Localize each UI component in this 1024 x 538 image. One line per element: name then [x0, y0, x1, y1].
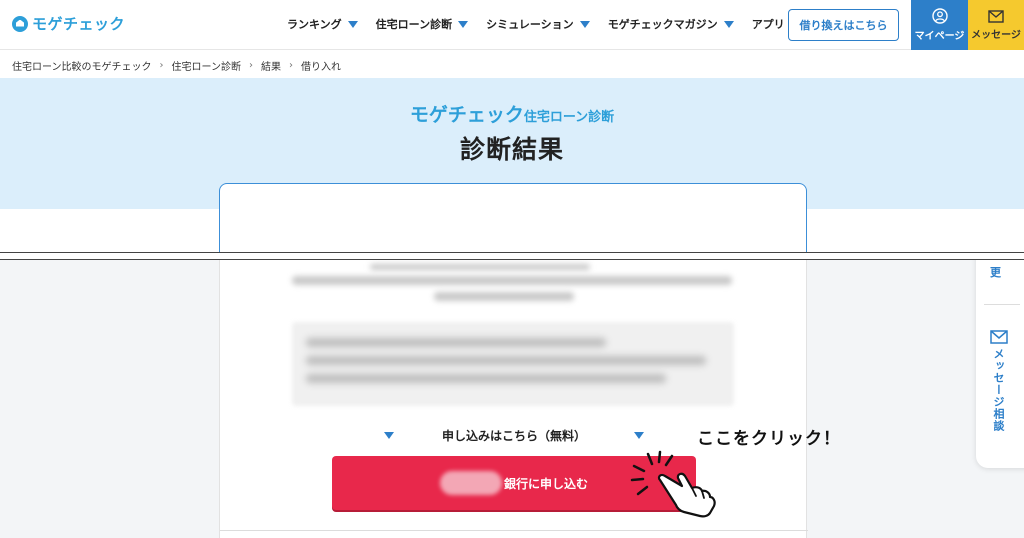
breadcrumb-item-diagnosis[interactable]: 住宅ローン診断 — [172, 58, 242, 73]
breadcrumb-item-home[interactable]: 住宅ローン比較のモゲチェック — [12, 58, 152, 73]
page-title: 診断結果 — [459, 135, 564, 164]
result-card — [219, 183, 807, 252]
refinance-button[interactable]: 借り換えはこちら — [788, 9, 899, 41]
nav-item-diagnosis[interactable]: 住宅ローン診断 — [375, 16, 469, 32]
side-message-label[interactable]: メッセージ相談 — [992, 348, 1006, 432]
mypage-label: マイページ — [914, 31, 965, 42]
hero-brand-sub: 住宅ローン診断 — [523, 110, 615, 125]
site-header: モゲチェック ランキング 住宅ローン診断 シミュレーション モゲチェックマガジン… — [0, 0, 1024, 50]
nav-item-simulation[interactable]: シミュレーション — [486, 16, 590, 32]
chevron-down-icon — [458, 20, 469, 28]
main-nav: ランキング 住宅ローン診断 シミュレーション モゲチェックマガジン アプリ — [287, 16, 801, 32]
nav-item-label: モゲチェックマガジン — [607, 18, 718, 31]
site-logo[interactable]: モゲチェック — [12, 13, 125, 34]
redacted-text — [434, 292, 574, 301]
breadcrumb-item-result[interactable]: 結果 — [261, 58, 281, 73]
side-change-label[interactable]: 更 — [990, 264, 1001, 280]
click-here-annotation: ここをクリック！ — [697, 429, 841, 449]
redacted-text — [306, 356, 706, 365]
bottom-screenshot: 申し込みはこちら（無料） 銀行に申し込む ここをクリック！ 更 メッセージ相談 — [0, 260, 1024, 538]
nav-item-label: アプリ — [751, 18, 785, 31]
redacted-text — [306, 374, 666, 383]
card-divider — [220, 530, 808, 531]
hero-brand-name: モゲチェック — [409, 104, 524, 126]
nav-item-label: 住宅ローン診断 — [375, 18, 453, 31]
screenshot-divider — [0, 252, 1024, 260]
redacted-text — [306, 338, 606, 347]
mypage-button[interactable]: マイページ — [911, 0, 968, 50]
logo-text: モゲチェック — [32, 15, 126, 33]
hero-brand: モゲチェック住宅ローン診断 — [0, 100, 1024, 127]
top-screenshot: モゲチェック ランキング 住宅ローン診断 シミュレーション モゲチェックマガジン… — [0, 0, 1024, 252]
envelope-icon[interactable] — [990, 330, 1008, 344]
envelope-icon — [988, 9, 1004, 23]
chevron-right-icon: › — [249, 60, 253, 71]
breadcrumb: 住宅ローン比較のモゲチェック › 住宅ローン診断 › 結果 › 借り入れ — [12, 58, 341, 73]
floating-side-panel: 更 メッセージ相談 — [976, 260, 1024, 468]
nav-item-magazine[interactable]: モゲチェックマガジン — [608, 16, 734, 32]
chevron-down-icon — [347, 20, 358, 28]
apply-heading: 申し込みはこちら（無料） — [441, 428, 586, 443]
apply-button-label: 銀行に申し込む — [503, 476, 588, 491]
breadcrumb-item-borrow: 借り入れ — [301, 62, 341, 73]
redacted-bank-name — [439, 471, 502, 495]
pointing-hand-icon — [630, 450, 716, 518]
chevron-right-icon: › — [289, 60, 293, 71]
chevron-down-icon — [383, 431, 394, 439]
redacted-text — [370, 264, 590, 270]
message-label: メッセージ — [971, 29, 1021, 41]
house-logo-icon — [12, 15, 28, 32]
nav-item-ranking[interactable]: ランキング — [287, 16, 358, 32]
message-button[interactable]: メッセージ — [968, 0, 1024, 50]
chevron-right-icon: › — [159, 60, 164, 71]
nav-item-label: ランキング — [287, 18, 342, 31]
chevron-down-icon — [723, 20, 734, 28]
redacted-info-box — [292, 322, 734, 406]
user-icon — [931, 8, 948, 24]
redacted-text — [292, 276, 732, 285]
chevron-down-icon — [634, 431, 644, 439]
nav-item-label: シミュレーション — [486, 18, 574, 31]
side-divider — [984, 304, 1020, 305]
chevron-down-icon — [579, 20, 590, 28]
